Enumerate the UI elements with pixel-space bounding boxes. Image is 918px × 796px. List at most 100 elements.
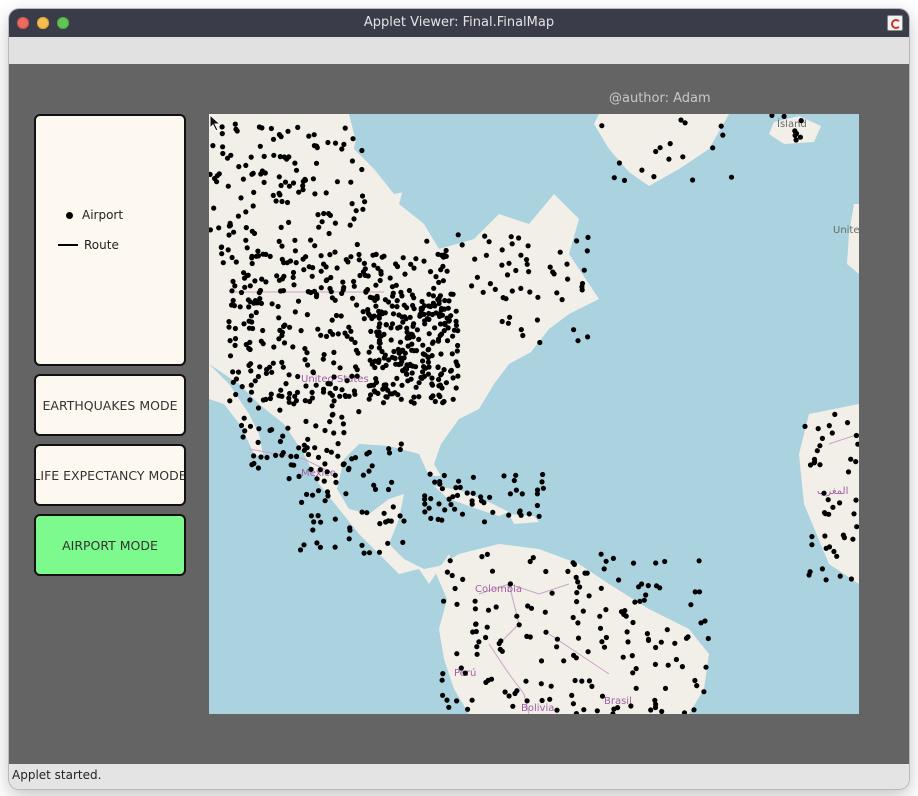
airport-dot[interactable] xyxy=(624,629,630,635)
airport-dot[interactable] xyxy=(630,670,636,676)
airport-dot[interactable] xyxy=(436,376,442,383)
airport-dot[interactable] xyxy=(288,462,294,468)
airport-dot[interactable] xyxy=(389,303,395,309)
airport-dot[interactable] xyxy=(662,685,669,692)
airport-dot[interactable] xyxy=(376,345,382,351)
airport-dot[interactable] xyxy=(347,222,353,228)
airport-dot[interactable] xyxy=(806,572,812,578)
airport-dot[interactable] xyxy=(420,358,426,364)
airport-dot[interactable] xyxy=(637,598,643,604)
airport-dot[interactable] xyxy=(321,352,327,358)
airport-dot[interactable] xyxy=(393,361,399,367)
airport-dot[interactable] xyxy=(226,319,232,325)
airport-dot[interactable] xyxy=(304,350,310,356)
airport-dot[interactable] xyxy=(372,486,379,492)
airport-dot[interactable] xyxy=(526,269,532,275)
airport-dot[interactable] xyxy=(822,533,828,539)
airport-dot[interactable] xyxy=(561,658,567,664)
airport-dot[interactable] xyxy=(279,198,285,205)
airport-dot[interactable] xyxy=(610,555,616,561)
airport-dot[interactable] xyxy=(474,651,480,657)
airport-dot[interactable] xyxy=(487,281,493,287)
airport-dot[interactable] xyxy=(728,174,735,180)
airport-dot[interactable] xyxy=(274,273,280,279)
airport-dot[interactable] xyxy=(589,683,595,690)
airport-dot[interactable] xyxy=(577,584,583,590)
airport-dot[interactable] xyxy=(394,298,400,304)
airport-dot[interactable] xyxy=(499,262,505,268)
airport-dot[interactable] xyxy=(705,635,711,642)
airport-dot[interactable] xyxy=(817,443,823,449)
airport-dot[interactable] xyxy=(305,362,311,368)
airport-dot[interactable] xyxy=(331,360,337,366)
airport-dot[interactable] xyxy=(652,661,658,668)
airport-dot[interactable] xyxy=(554,290,560,296)
airport-dot[interactable] xyxy=(447,558,453,564)
airport-dot[interactable] xyxy=(303,418,309,424)
airport-dot[interactable] xyxy=(585,234,591,240)
airport-dot[interactable] xyxy=(472,606,478,612)
airport-dot[interactable] xyxy=(242,428,248,434)
airport-dot[interactable] xyxy=(702,618,708,624)
airport-dot[interactable] xyxy=(672,640,678,646)
airport-dot[interactable] xyxy=(311,132,317,138)
airport-dot[interactable] xyxy=(832,411,838,417)
airport-dot[interactable] xyxy=(362,272,368,278)
airport-dot[interactable] xyxy=(327,381,333,387)
airport-dot[interactable] xyxy=(238,289,245,296)
airport-dot[interactable] xyxy=(513,472,519,478)
airport-dot[interactable] xyxy=(653,148,659,155)
airport-dot[interactable] xyxy=(422,493,428,499)
airport-dot[interactable] xyxy=(841,535,848,541)
airport-dot[interactable] xyxy=(449,572,455,579)
airport-dot[interactable] xyxy=(472,598,478,604)
airport-dot[interactable] xyxy=(403,371,409,377)
airport-dot[interactable] xyxy=(227,353,234,359)
airport-dot[interactable] xyxy=(476,639,482,645)
airport-dot[interactable] xyxy=(347,525,353,531)
airport-dot[interactable] xyxy=(429,375,435,381)
airport-dot[interactable] xyxy=(341,141,347,147)
airport-dot[interactable] xyxy=(313,423,319,429)
airport-dot[interactable] xyxy=(540,471,546,478)
airport-dot[interactable] xyxy=(483,679,489,686)
airport-dot[interactable] xyxy=(329,412,335,418)
airport-dot[interactable] xyxy=(427,269,434,275)
airport-dot[interactable] xyxy=(270,136,277,142)
airport-dot[interactable] xyxy=(270,192,276,198)
airport-dot[interactable] xyxy=(432,325,438,331)
airport-dot[interactable] xyxy=(210,143,216,149)
airport-dot[interactable] xyxy=(440,254,447,260)
airport-dot[interactable] xyxy=(574,590,580,596)
airport-dot[interactable] xyxy=(385,540,391,546)
airport-dot[interactable] xyxy=(597,625,604,631)
airport-dot[interactable] xyxy=(354,302,360,308)
airport-dot[interactable] xyxy=(423,365,429,371)
airport-dot[interactable] xyxy=(470,474,476,480)
airport-dot[interactable] xyxy=(232,342,238,348)
airport-dot[interactable] xyxy=(629,653,635,659)
airport-dot[interactable] xyxy=(219,251,225,257)
airport-dot[interactable] xyxy=(630,560,637,566)
airport-dot[interactable] xyxy=(380,400,387,406)
airport-dot[interactable] xyxy=(520,332,526,339)
airport-dot[interactable] xyxy=(276,315,282,321)
airport-dot[interactable] xyxy=(311,519,317,525)
airport-dot[interactable] xyxy=(507,491,513,497)
airport-dot[interactable] xyxy=(318,268,324,274)
airport-dot[interactable] xyxy=(573,574,579,580)
airport-dot[interactable] xyxy=(321,261,327,267)
airport-dot[interactable] xyxy=(473,621,479,627)
airport-dot[interactable] xyxy=(326,211,332,217)
airport-dot[interactable] xyxy=(781,114,787,119)
airport-dot[interactable] xyxy=(243,237,249,243)
airport-dot[interactable] xyxy=(653,583,660,589)
airport-dot[interactable] xyxy=(249,228,255,234)
airport-dot[interactable] xyxy=(440,671,446,677)
airport-dot[interactable] xyxy=(506,512,512,518)
airport-dot[interactable] xyxy=(391,348,397,355)
airport-dot[interactable] xyxy=(279,359,285,365)
airport-dot[interactable] xyxy=(825,497,831,503)
airport-dot[interactable] xyxy=(359,166,365,173)
airport-dot[interactable] xyxy=(390,311,397,317)
